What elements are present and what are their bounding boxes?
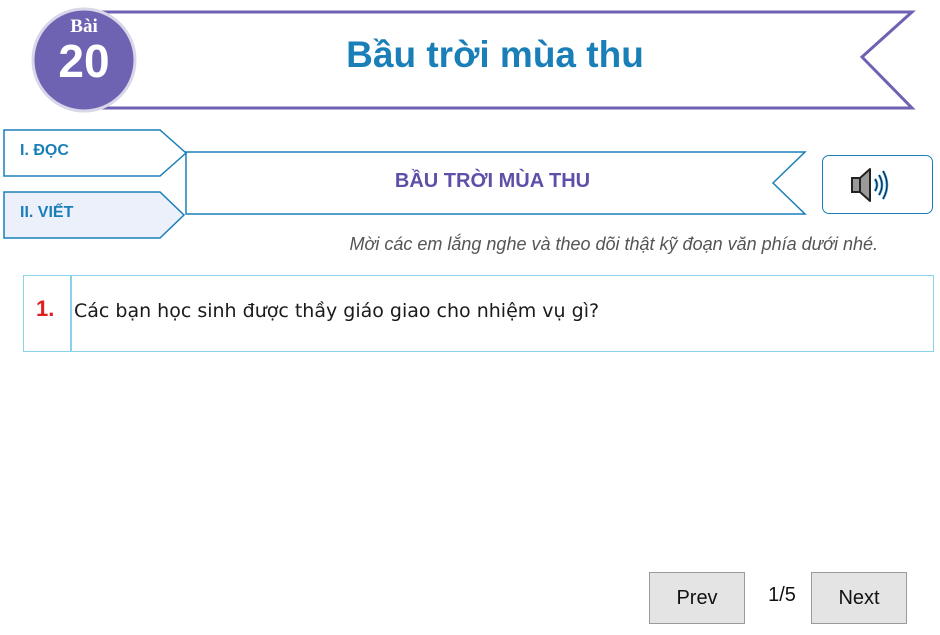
instruction-text: Mời các em lắng nghe và theo dõi thật kỹ… (349, 234, 879, 254)
page-title: Bầu trời mùa thu (346, 34, 644, 75)
section-title: BẦU TRỜI MÙA THU (394, 170, 591, 192)
tab-doc[interactable]: I. ĐỌC (20, 142, 69, 160)
next-button[interactable]: Next (811, 572, 907, 624)
tab-viet[interactable]: II. VIẾT (20, 204, 73, 222)
page-indicator: 1/5 (768, 584, 796, 606)
speaker-icon (851, 168, 889, 202)
lesson-number: 20 (58, 35, 110, 87)
prev-button[interactable]: Prev (649, 572, 745, 624)
question-card: 1. Các bạn học sinh được thầy giáo giao … (23, 275, 934, 352)
question-divider (70, 276, 72, 351)
question-text: Các bạn học sinh được thầy giáo giao cho… (74, 300, 600, 322)
question-number: 1. (36, 296, 55, 321)
play-audio-button[interactable] (822, 155, 933, 214)
